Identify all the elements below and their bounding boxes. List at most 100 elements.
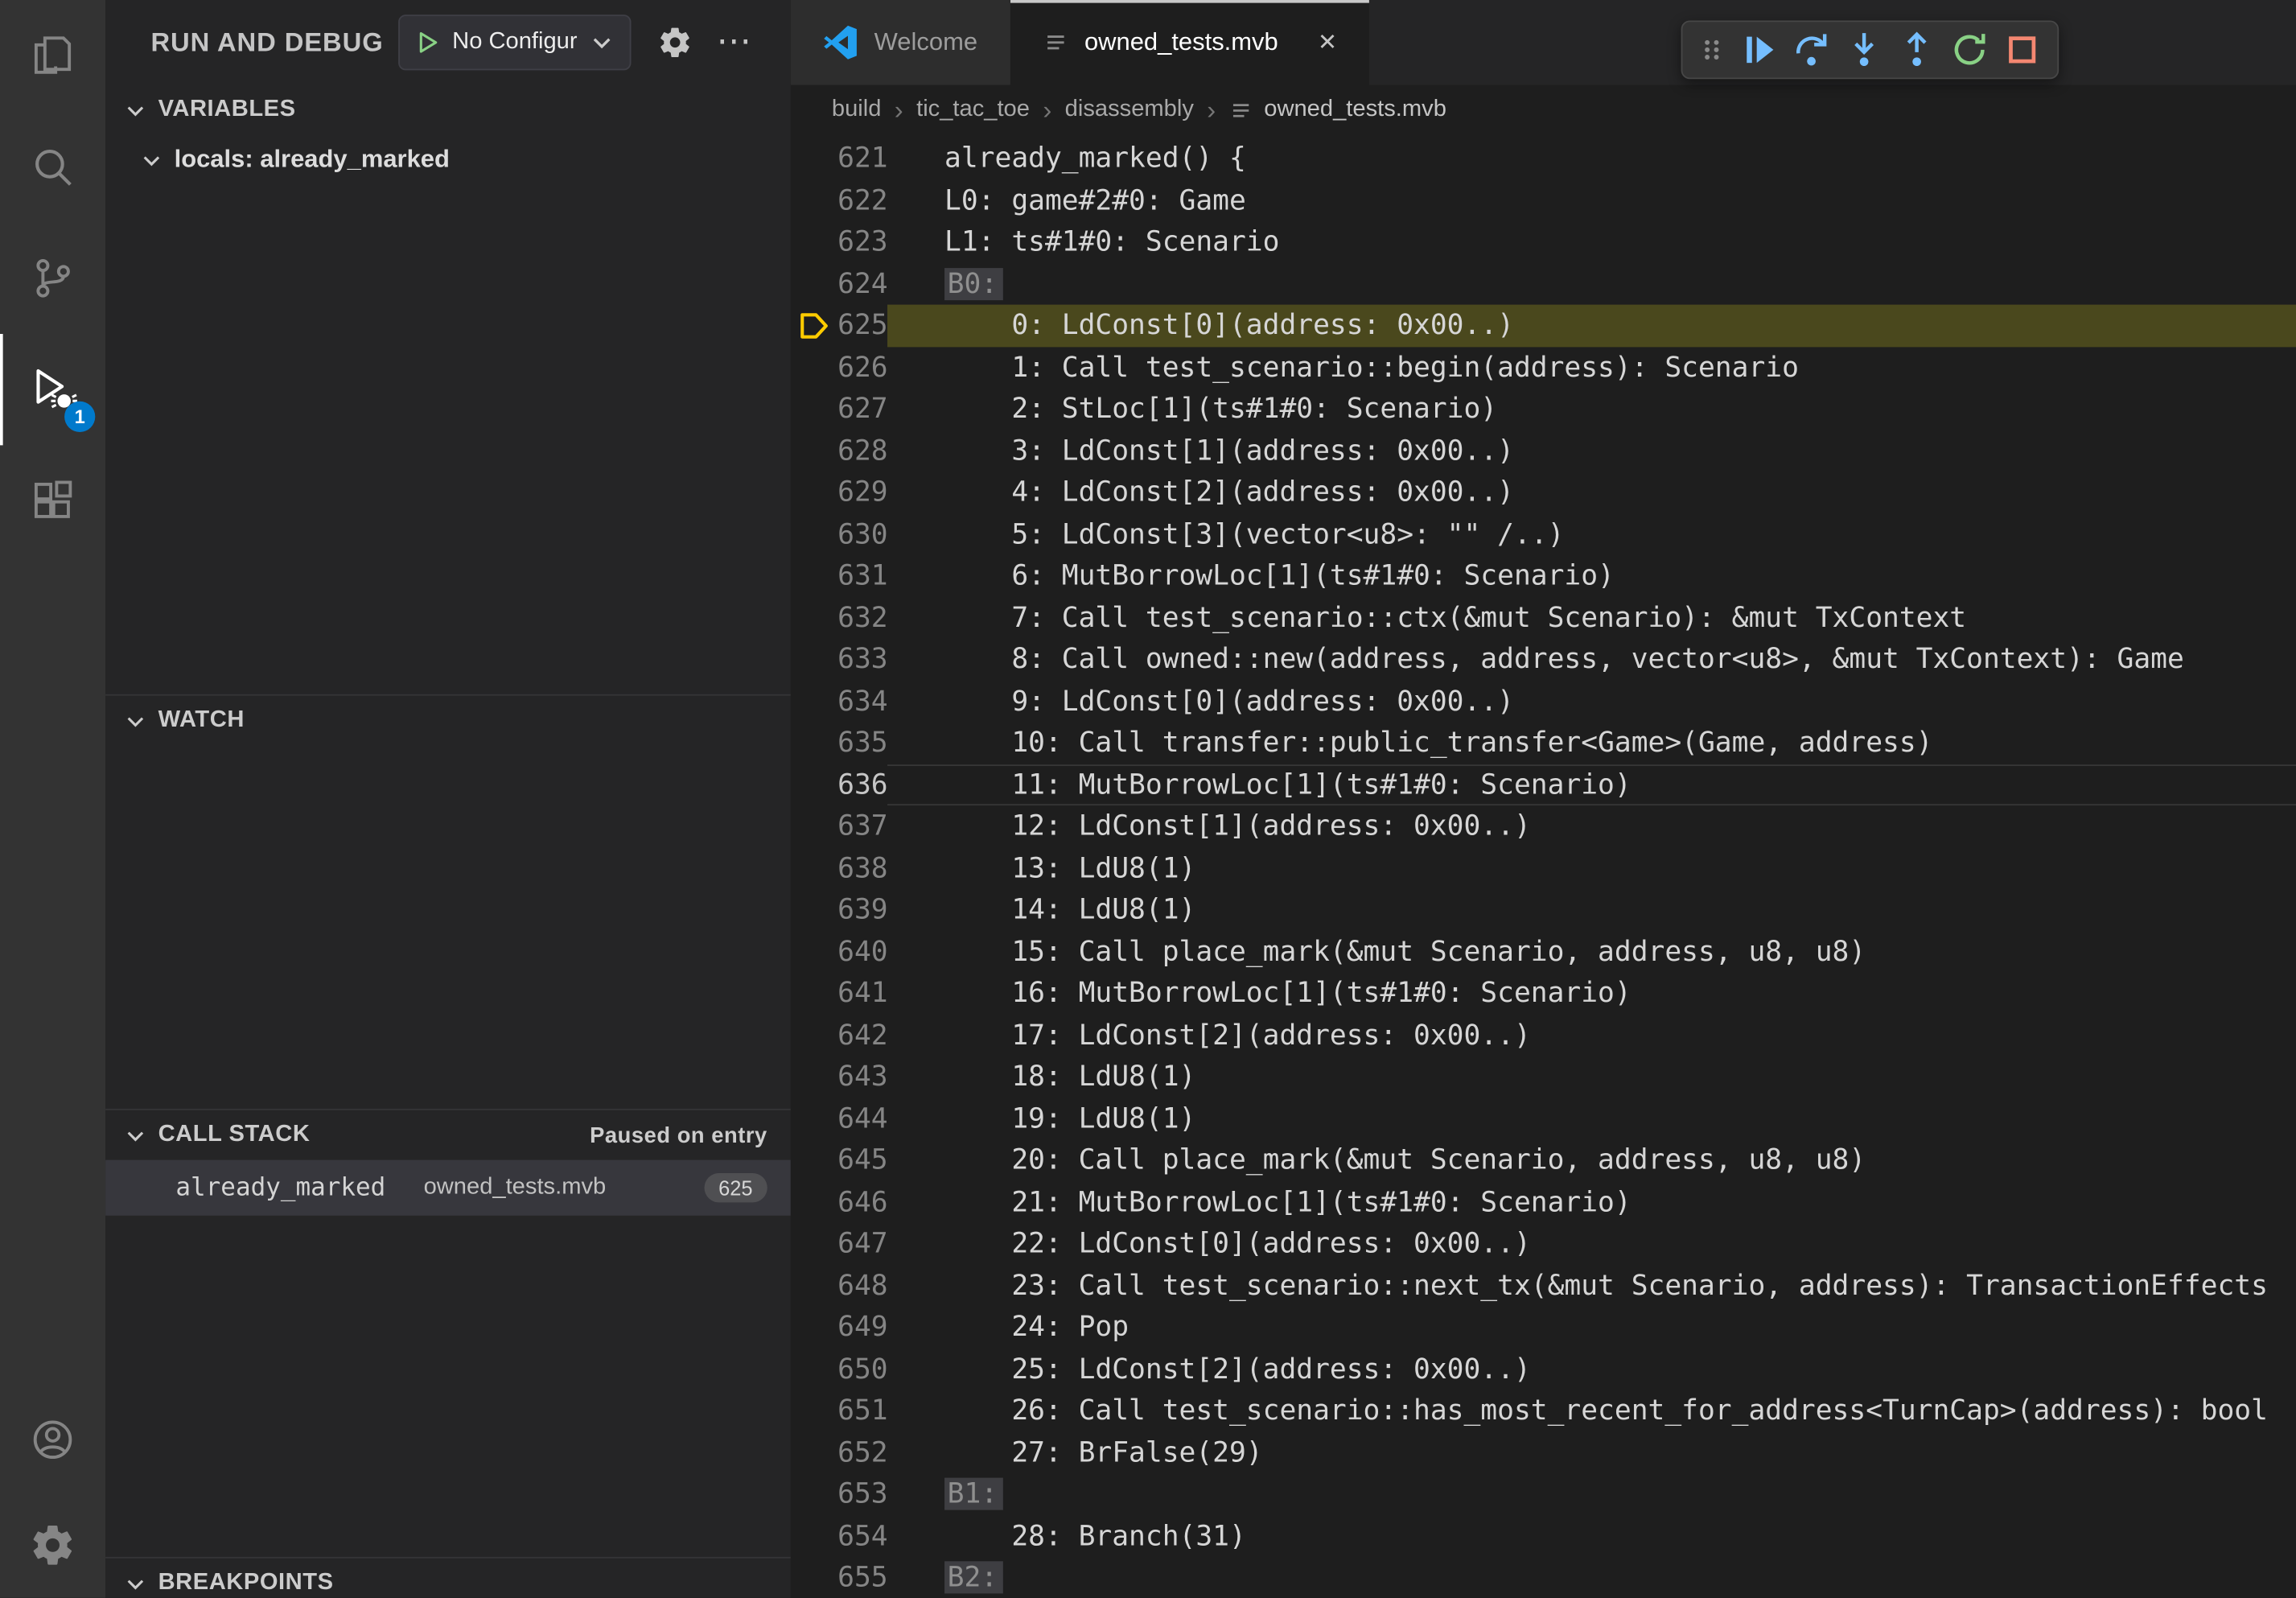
breakpoint-gutter[interactable] <box>791 931 837 973</box>
code-text[interactable]: 1: Call test_scenario::begin(address): S… <box>887 346 2296 388</box>
code-text[interactable]: 18: LdU8(1) <box>887 1056 2296 1098</box>
breadcrumb-item[interactable]: owned_tests.mvb <box>1264 97 1446 123</box>
breakpoints-section-header[interactable]: BREAKPOINTS <box>105 1559 791 1598</box>
sidebar-item-run-and-debug[interactable]: 1 <box>0 334 105 445</box>
code-text[interactable]: 10: Call transfer::public_transfer<Game>… <box>887 722 2296 764</box>
continue-button[interactable] <box>1732 23 1785 76</box>
code-text[interactable]: 24: Pop <box>887 1307 2296 1349</box>
breakpoint-gutter[interactable] <box>791 221 837 263</box>
account-button[interactable] <box>0 1387 105 1493</box>
breakpoint-gutter[interactable] <box>791 430 837 472</box>
breadcrumb-item[interactable]: build <box>832 97 882 123</box>
code-text[interactable]: 11: MutBorrowLoc[1](ts#1#0: Scenario) <box>887 764 2296 805</box>
sidebar-item-source-control[interactable] <box>0 223 105 334</box>
breakpoint-gutter[interactable] <box>791 639 837 681</box>
breadcrumb-item[interactable]: disassembly <box>1065 97 1194 123</box>
breakpoint-gutter[interactable] <box>791 263 837 305</box>
breakpoint-gutter[interactable] <box>791 889 837 931</box>
breakpoint-gutter[interactable] <box>791 847 837 889</box>
breakpoint-gutter[interactable] <box>791 973 837 1015</box>
code-text[interactable]: 16: MutBorrowLoc[1](ts#1#0: Scenario) <box>887 973 2296 1015</box>
code-text[interactable]: 7: Call test_scenario::ctx(&mut Scenario… <box>887 597 2296 639</box>
breakpoint-gutter[interactable] <box>791 472 837 513</box>
breakpoint-gutter[interactable] <box>791 179 837 221</box>
code-text[interactable]: 5: LdConst[3](vector<u8>: "" /..) <box>887 513 2296 555</box>
code-text[interactable]: 6: MutBorrowLoc[1](ts#1#0: Scenario) <box>887 555 2296 597</box>
code-text[interactable]: B2: <box>887 1557 2296 1598</box>
call-stack-section-header[interactable]: CALL STACK Paused on entry <box>105 1110 791 1160</box>
breakpoint-gutter[interactable] <box>791 346 837 388</box>
more-actions-button[interactable]: ⋯ <box>716 25 751 60</box>
code-text[interactable]: L1: ts#1#0: Scenario <box>887 221 2296 263</box>
toolbar-drag-handle-icon[interactable] <box>1691 35 1732 64</box>
debug-settings-gear-icon[interactable] <box>658 25 693 60</box>
code-text[interactable]: 3: LdConst[1](address: 0x00..) <box>887 430 2296 472</box>
code-text[interactable]: 13: LdU8(1) <box>887 847 2296 889</box>
close-tab-icon[interactable]: ✕ <box>1318 28 1337 57</box>
breakpoint-gutter[interactable] <box>791 1307 837 1349</box>
code-text[interactable]: B1: <box>887 1473 2296 1515</box>
code-text[interactable]: 22: LdConst[0](address: 0x00..) <box>887 1223 2296 1265</box>
sidebar-item-explorer[interactable] <box>0 0 105 111</box>
breakpoint-gutter[interactable] <box>791 1223 837 1265</box>
settings-button[interactable] <box>0 1493 105 1598</box>
code-text[interactable]: 23: Call test_scenario::next_tx(&mut Sce… <box>887 1265 2296 1307</box>
tab-welcome[interactable]: Welcome <box>791 0 1010 85</box>
code-text[interactable]: 20: Call place_mark(&mut Scenario, addre… <box>887 1139 2296 1181</box>
breakpoint-gutter[interactable] <box>791 513 837 555</box>
code-text[interactable]: 14: LdU8(1) <box>887 889 2296 931</box>
code-text[interactable]: 12: LdConst[1](address: 0x00..) <box>887 805 2296 847</box>
breakpoint-gutter[interactable] <box>791 722 837 764</box>
breadcrumb-item[interactable]: tic_tac_toe <box>916 97 1030 123</box>
debug-current-line-arrow-icon[interactable] <box>791 305 837 347</box>
breakpoint-gutter[interactable] <box>791 1139 837 1181</box>
sidebar-item-search[interactable] <box>0 111 105 222</box>
breakpoint-gutter[interactable] <box>791 1515 837 1557</box>
breakpoint-gutter[interactable] <box>791 680 837 722</box>
code-text[interactable]: 28: Branch(31) <box>887 1515 2296 1557</box>
debug-config-select[interactable]: No Configur <box>398 14 632 70</box>
sidebar-item-extensions[interactable] <box>0 445 105 556</box>
breakpoint-gutter[interactable] <box>791 1431 837 1473</box>
code-text[interactable]: B0: <box>887 263 2296 305</box>
code-text[interactable]: 17: LdConst[2](address: 0x00..) <box>887 1014 2296 1056</box>
breakpoint-gutter[interactable] <box>791 388 837 430</box>
code-text[interactable]: 21: MutBorrowLoc[1](ts#1#0: Scenario) <box>887 1181 2296 1223</box>
code-text[interactable]: 19: LdU8(1) <box>887 1098 2296 1139</box>
breakpoint-gutter[interactable] <box>791 555 837 597</box>
code-text[interactable]: 4: LdConst[2](address: 0x00..) <box>887 472 2296 513</box>
variables-section-header[interactable]: VARIABLES <box>105 85 791 135</box>
breakpoint-gutter[interactable] <box>791 1557 837 1598</box>
code-text[interactable]: 15: Call place_mark(&mut Scenario, addre… <box>887 931 2296 973</box>
breakpoint-gutter[interactable] <box>791 764 837 805</box>
call-stack-frame[interactable]: already_marked owned_tests.mvb 625 <box>105 1160 791 1216</box>
code-text[interactable]: 0: LdConst[0](address: 0x00..) <box>887 305 2296 347</box>
breakpoint-gutter[interactable] <box>791 1014 837 1056</box>
code-text[interactable]: 8: Call owned::new(address, address, vec… <box>887 639 2296 681</box>
restart-button[interactable] <box>1943 23 1996 76</box>
step-over-button[interactable] <box>1785 23 1838 76</box>
code-text[interactable]: L0: game#2#0: Game <box>887 179 2296 221</box>
breakpoint-gutter[interactable] <box>791 805 837 847</box>
breakpoint-gutter[interactable] <box>791 1265 837 1307</box>
code-text[interactable]: already_marked() { <box>887 138 2296 179</box>
code-text[interactable]: 26: Call test_scenario::has_most_recent_… <box>887 1390 2296 1431</box>
breakpoint-gutter[interactable] <box>791 1181 837 1223</box>
breakpoint-gutter[interactable] <box>791 138 837 179</box>
breakpoint-gutter[interactable] <box>791 1056 837 1098</box>
code-text[interactable]: 25: LdConst[2](address: 0x00..) <box>887 1348 2296 1390</box>
breakpoint-gutter[interactable] <box>791 1348 837 1390</box>
breakpoint-gutter[interactable] <box>791 1390 837 1431</box>
step-into-button[interactable] <box>1837 23 1891 76</box>
breakpoint-gutter[interactable] <box>791 1473 837 1515</box>
variables-scope-locals[interactable]: locals: already_marked <box>105 134 791 184</box>
breakpoint-gutter[interactable] <box>791 597 837 639</box>
code-text[interactable]: 9: LdConst[0](address: 0x00..) <box>887 680 2296 722</box>
step-out-button[interactable] <box>1891 23 1944 76</box>
tab-owned-tests-mvb[interactable]: owned_tests.mvb ✕ <box>1010 0 1369 85</box>
code-text[interactable]: 27: BrFalse(29) <box>887 1431 2296 1473</box>
breakpoint-gutter[interactable] <box>791 1098 837 1139</box>
code-text[interactable]: 2: StLoc[1](ts#1#0: Scenario) <box>887 388 2296 430</box>
stop-button[interactable] <box>1996 23 2049 76</box>
watch-section-header[interactable]: WATCH <box>105 696 791 746</box>
